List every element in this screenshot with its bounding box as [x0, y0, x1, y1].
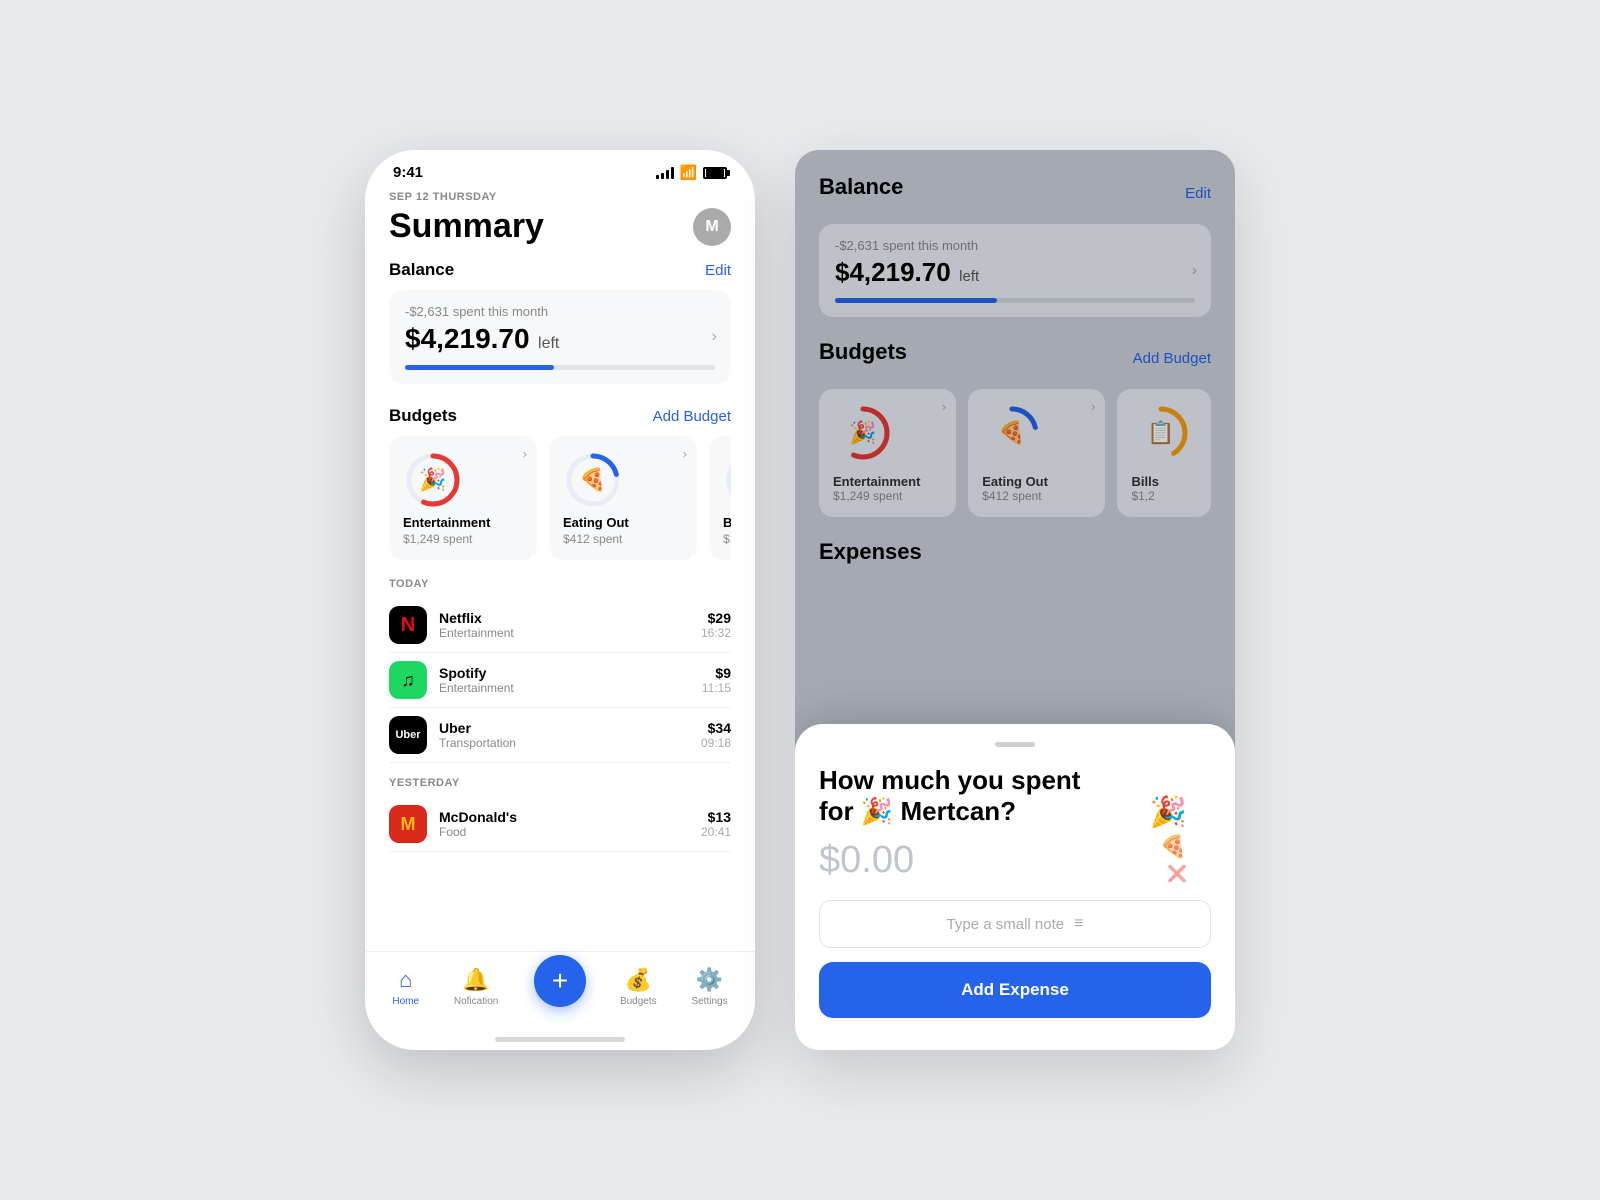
wifi-icon: 📶: [680, 164, 697, 181]
modal-note-input[interactable]: Type a small note ≡: [819, 900, 1211, 948]
home-indicator: [495, 1037, 625, 1042]
balance-chevron-icon: ›: [712, 328, 717, 346]
tab-budgets-label: Budgets: [620, 996, 657, 1007]
netflix-icon: N: [389, 606, 427, 644]
expense-time-netflix: 16:32: [701, 626, 731, 640]
notification-icon: 🔔: [462, 967, 489, 993]
add-expense-button[interactable]: Add Expense: [819, 962, 1211, 1018]
expense-time-uber: 09:18: [701, 736, 731, 750]
balance-edit-button[interactable]: Edit: [705, 262, 731, 279]
expense-item-uber[interactable]: Uber Uber Transportation $34 09:18: [389, 708, 731, 763]
budget-spent-entertainment: $1,249 spent: [403, 532, 523, 546]
settings-icon: ⚙️: [696, 967, 723, 993]
uber-icon: Uber: [389, 716, 427, 754]
expense-amount-netflix: $29: [701, 610, 731, 626]
tab-settings[interactable]: ⚙️ Settings: [691, 967, 727, 1007]
expense-cat-uber: Transportation: [439, 736, 516, 750]
tab-notification-label: Nofication: [454, 996, 498, 1007]
balance-card[interactable]: -$2,631 spent this month $4,219.70 left …: [389, 290, 731, 384]
budget-chevron-icon-2: ›: [683, 446, 687, 461]
spotify-icon: ♫: [389, 661, 427, 699]
balance-bar: [405, 365, 715, 370]
modal-note-icon: ≡: [1074, 915, 1083, 933]
balance-amount: $4,219.70: [405, 323, 530, 354]
budget-circle-bills: 📋: [723, 450, 731, 510]
expense-item-netflix[interactable]: N Netflix Entertainment $29 16:32: [389, 598, 731, 653]
modal-note-placeholder: Type a small note: [947, 916, 1065, 933]
mcdonalds-icon: M: [389, 805, 427, 843]
page-title: Summary: [389, 207, 544, 246]
home-indicator-container: [365, 1031, 755, 1050]
status-bar: 9:41 📶: [365, 150, 755, 181]
budget-card-bills[interactable]: 📋 Bills $1,2...: [709, 436, 731, 560]
battery-icon: [703, 167, 727, 179]
modal-emoji-pizza: 🍕: [1160, 834, 1187, 860]
modal-handle: [995, 742, 1035, 747]
budgets-icon: 💰: [625, 967, 652, 993]
tab-home-label: Home: [392, 996, 419, 1007]
expense-amount-uber: $34: [701, 720, 731, 736]
budgets-scroll: › 🎉 Entertainment $1,249 spent ›: [389, 436, 731, 560]
balance-section-header: Balance Edit: [389, 260, 731, 280]
fab-plus-icon: +: [552, 965, 568, 997]
signal-icon: [656, 167, 674, 179]
balance-suffix: left: [538, 335, 559, 352]
status-icons: 📶: [656, 164, 727, 181]
phone-screen: 9:41 📶 SEP 12 THURSDAY Summary: [365, 150, 755, 1050]
budget-name-entertainment: Entertainment: [403, 515, 523, 530]
phone-header: SEP 12 THURSDAY Summary M: [389, 181, 731, 260]
expense-item-spotify[interactable]: ♫ Spotify Entertainment $9 11:15: [389, 653, 731, 708]
phone-content: SEP 12 THURSDAY Summary M Balance Edit -…: [365, 181, 755, 951]
budget-card-eating-out[interactable]: › 🍕 Eating Out $412 spent: [549, 436, 697, 560]
modal-title-line2: for 🎉 Mertcan?: [819, 796, 1016, 826]
expense-name-spotify: Spotify: [439, 665, 514, 681]
right-panel: Balance Edit -$2,631 spent this month $4…: [795, 150, 1235, 1050]
avatar[interactable]: M: [693, 208, 731, 246]
tab-budgets[interactable]: 💰 Budgets: [620, 967, 657, 1007]
svg-text:🎉: 🎉: [419, 467, 446, 493]
balance-bar-fill: [405, 365, 554, 370]
modal-overlay: How much you spent for 🎉 Mertcan? 🎉 🍕 ❌ …: [795, 150, 1235, 1050]
expense-cat-mcdonalds: Food: [439, 825, 517, 839]
svg-text:🍕: 🍕: [579, 467, 606, 492]
expense-cat-netflix: Entertainment: [439, 626, 514, 640]
add-expense-modal: How much you spent for 🎉 Mertcan? 🎉 🍕 ❌ …: [795, 724, 1235, 1050]
balance-spent-label: -$2,631 spent this month: [405, 304, 715, 319]
expense-name-netflix: Netflix: [439, 610, 514, 626]
budget-circle-eating-out: 🍕: [563, 450, 623, 510]
budget-name-eating-out: Eating Out: [563, 515, 683, 530]
add-budget-button[interactable]: Add Budget: [653, 408, 731, 425]
budget-chevron-icon: ›: [523, 446, 527, 461]
expense-cat-spotify: Entertainment: [439, 681, 514, 695]
status-time: 9:41: [393, 164, 423, 181]
date-label: SEP 12 THURSDAY: [389, 191, 731, 203]
bottom-tab-bar: ⌂ Home 🔔 Nofication 💰 Budgets ⚙️ Setting…: [365, 951, 755, 1031]
expense-name-mcdonalds: McDonald's: [439, 809, 517, 825]
home-icon: ⌂: [399, 967, 412, 993]
expense-item-mcdonalds[interactable]: M McDonald's Food $13 20:41: [389, 797, 731, 852]
today-label: TODAY: [389, 578, 731, 590]
modal-emoji-stack: 🎉 🍕 ❌: [1150, 795, 1187, 884]
expense-name-uber: Uber: [439, 720, 516, 736]
expense-amount-mcdonalds: $13: [701, 809, 731, 825]
budget-name-bills: Bills: [723, 515, 731, 530]
modal-emoji-close: ❌: [1167, 864, 1187, 884]
add-expense-fab[interactable]: +: [534, 955, 586, 1007]
budgets-section-title: Budgets: [389, 406, 457, 426]
budget-spent-bills: $1,2...: [723, 532, 731, 546]
expense-time-spotify: 11:15: [702, 681, 731, 695]
tab-home[interactable]: ⌂ Home: [392, 967, 419, 1007]
modal-title-line1: How much you spent: [819, 765, 1080, 795]
tab-notification[interactable]: 🔔 Nofication: [454, 967, 498, 1007]
yesterday-label: YESTERDAY: [389, 777, 731, 789]
modal-emoji-main: 🎉: [1150, 795, 1187, 830]
expense-time-mcdonalds: 20:41: [701, 825, 731, 839]
budget-spent-eating-out: $412 spent: [563, 532, 683, 546]
budgets-section-header: Budgets Add Budget: [389, 406, 731, 426]
tab-settings-label: Settings: [691, 996, 727, 1007]
balance-section-title: Balance: [389, 260, 454, 280]
budget-circle-entertainment: 🎉: [403, 450, 463, 510]
budget-card-entertainment[interactable]: › 🎉 Entertainment $1,249 spent: [389, 436, 537, 560]
expense-amount-spotify: $9: [702, 665, 731, 681]
